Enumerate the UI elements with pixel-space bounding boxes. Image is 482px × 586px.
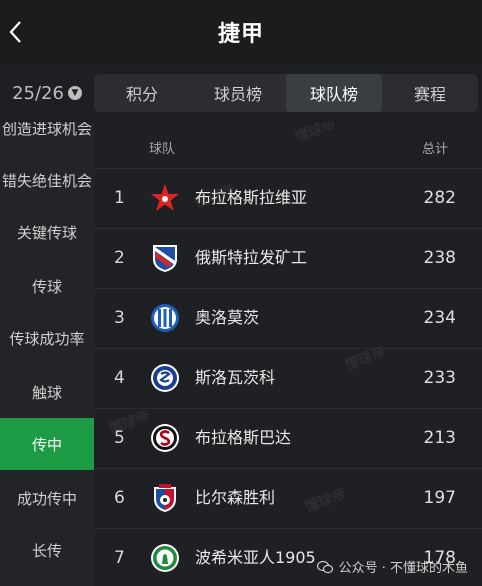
- table-row[interactable]: 5 布拉格斯巴达 213: [94, 408, 482, 467]
- stat-total: 238: [423, 248, 456, 268]
- sidebar-item-pass-accuracy[interactable]: 传球成功率: [0, 312, 94, 364]
- sidebar-item-crosses[interactable]: 传中: [0, 418, 94, 470]
- rank-number: 2: [114, 248, 125, 268]
- table-row[interactable]: 3 奥洛莫茨 234: [94, 288, 482, 347]
- sidebar-item-big-chances-missed[interactable]: 错失绝佳机会: [0, 154, 94, 206]
- season-label: 25/26: [12, 82, 64, 104]
- wechat-icon: [316, 560, 333, 573]
- plzen-crest-icon: [154, 484, 176, 512]
- stat-category-sidebar: 创造进球机会 错失绝佳机会 关键传球 传球 传球成功率 触球 传中 成功传中 长…: [0, 122, 94, 586]
- rank-number: 3: [114, 308, 125, 328]
- sidebar-item-successful-crosses[interactable]: 成功传中: [0, 472, 94, 524]
- rank-number: 7: [114, 548, 125, 568]
- slovacko-crest-icon: [151, 364, 179, 392]
- sidebar-item-touches[interactable]: 触球: [0, 366, 94, 418]
- olomouc-crest-icon: [151, 304, 179, 332]
- stat-total: 234: [423, 308, 456, 328]
- team-name: 俄斯特拉发矿工: [195, 248, 308, 267]
- sidebar-item-key-passes[interactable]: 关键传球: [0, 206, 94, 258]
- stat-total: 233: [423, 368, 456, 388]
- season-selector[interactable]: 25/26 ▼: [0, 76, 94, 110]
- table-row[interactable]: 1 布拉格斯拉维亚 282: [94, 168, 482, 227]
- table-row[interactable]: 6 比尔森胜利 197: [94, 468, 482, 527]
- banik-crest-icon: [153, 245, 177, 272]
- rank-number: 6: [114, 488, 125, 508]
- team-name: 奥洛莫茨: [195, 308, 260, 327]
- header-bar: 捷甲: [0, 0, 482, 64]
- slavia-star-icon: [151, 184, 179, 211]
- chevron-down-icon: ▼: [67, 86, 82, 100]
- column-header-total: 总计: [421, 142, 448, 157]
- sidebar-item-long-balls[interactable]: 长传: [0, 524, 94, 576]
- footer-credit: 公众号 · 不懂球的木鱼: [316, 557, 468, 576]
- tab-schedule[interactable]: 赛程: [382, 74, 478, 112]
- rank-number: 1: [114, 188, 125, 208]
- table-row[interactable]: 2 俄斯特拉发矿工 238: [94, 228, 482, 287]
- tab-standings[interactable]: 积分: [94, 74, 190, 112]
- team-name: 布拉格斯巴达: [195, 428, 292, 447]
- sidebar-item-big-chances-created[interactable]: 创造进球机会: [0, 122, 94, 154]
- bohemians-crest-icon: [151, 544, 179, 572]
- tab-player-ranking[interactable]: 球员榜: [190, 74, 286, 112]
- rank-number: 4: [114, 368, 125, 388]
- stat-total: 197: [423, 488, 456, 508]
- footer-credit-text: 公众号 · 不懂球的木鱼: [338, 561, 468, 576]
- team-name: 斯洛瓦茨科: [195, 368, 276, 387]
- column-header-team: 球队: [149, 142, 176, 157]
- table-row[interactable]: 4 斯洛瓦茨科 233: [94, 348, 482, 407]
- stat-total: 213: [423, 428, 456, 448]
- tab-bar: 积分 球员榜 球队榜 赛程: [94, 74, 478, 112]
- team-name: 比尔森胜利: [195, 488, 276, 507]
- tab-team-ranking[interactable]: 球队榜: [286, 74, 382, 112]
- stat-total: 282: [423, 188, 456, 208]
- page-title: 捷甲: [217, 22, 264, 47]
- table-header: 球队 总计: [94, 122, 482, 168]
- sparta-crest-icon: [151, 424, 179, 452]
- team-ranking-table: 球队 总计 1 布拉格斯拉维亚 282 2 俄斯特拉发矿工 238 3 奥洛莫茨…: [94, 122, 482, 586]
- team-name: 波希米亚人1905: [195, 548, 316, 567]
- sidebar-item-passes[interactable]: 传球: [0, 260, 94, 312]
